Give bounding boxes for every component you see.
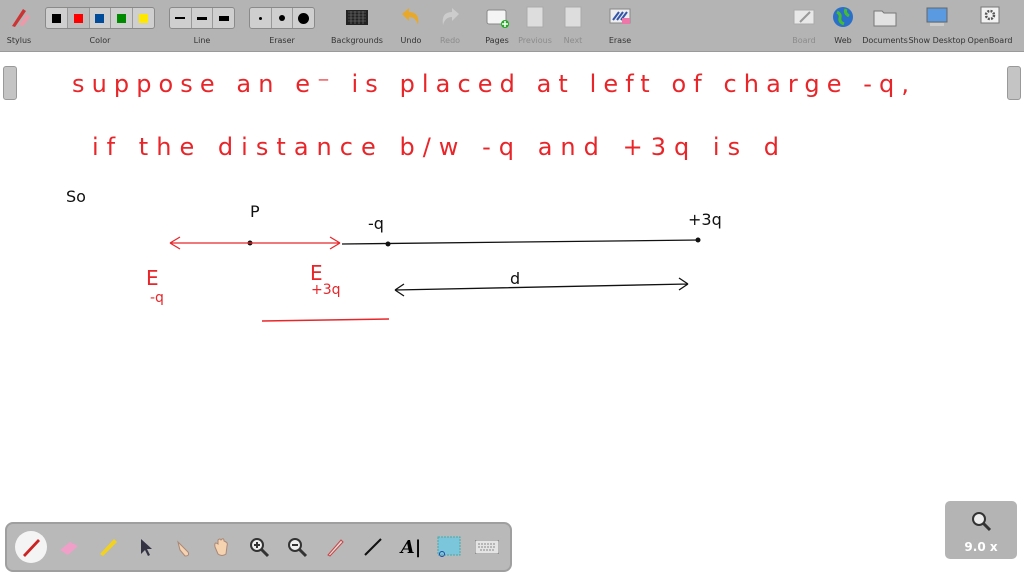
zoom-in-tool[interactable] [243, 531, 275, 563]
selector-tool[interactable] [129, 531, 161, 563]
previous-button[interactable]: Previous [517, 0, 553, 52]
line-icon [364, 538, 382, 556]
next-button[interactable]: Next [558, 0, 588, 52]
web-button[interactable]: Web [828, 0, 858, 52]
line-label: Line [193, 36, 211, 45]
redo-button[interactable]: Redo [435, 0, 465, 52]
line-tool[interactable] [357, 531, 389, 563]
highlighter-icon [100, 539, 117, 556]
show-desktop-button[interactable]: Show Desktop [908, 0, 966, 52]
play-tool[interactable] [167, 531, 199, 563]
undo-button[interactable]: Undo [396, 0, 426, 52]
underline [261, 318, 390, 322]
left-panel-handle[interactable] [3, 66, 17, 100]
laser-pointer-tool[interactable] [319, 531, 351, 563]
openboard-menu-button[interactable]: OpenBoard [966, 0, 1014, 52]
pen-icon [23, 539, 40, 557]
monitor-icon [926, 7, 948, 26]
pointer-arrow-icon [141, 539, 152, 556]
ink-line-1: suppose an e⁻ is placed at left of charg… [72, 70, 912, 98]
zoom-out-tool[interactable] [281, 531, 313, 563]
marker-tool[interactable] [91, 531, 123, 563]
color-label: Color [89, 36, 111, 45]
stylus-palette: A| [5, 522, 512, 572]
label-plus-3q: +3q [688, 210, 722, 229]
axis-line [341, 239, 701, 245]
text-icon: A| [400, 536, 422, 558]
virtual-keyboard-tool[interactable] [471, 531, 503, 563]
screen-capture-icon [437, 536, 461, 557]
pointing-hand-icon [177, 540, 190, 557]
undo-icon [402, 8, 419, 25]
zoom-level: 9.0 x [964, 540, 998, 554]
text-tool[interactable]: A| [395, 531, 427, 563]
field-arrows [169, 236, 341, 250]
eraser-tool[interactable] [53, 531, 85, 563]
board-button[interactable]: Board [789, 0, 819, 52]
erase-board-icon [609, 8, 631, 24]
ink-layer: suppose an e⁻ is placed at left of charg… [66, 70, 912, 322]
label-e-minus-q: E [146, 266, 159, 290]
eraser-icon [60, 542, 78, 555]
label-e-minus-q-sub: -q [150, 290, 164, 306]
right-panel-handle[interactable] [1007, 66, 1021, 100]
backgrounds-icon [346, 10, 368, 25]
label-e-plus-3q-sub: +3q [311, 282, 341, 298]
folder-icon [873, 10, 897, 27]
distance-arrow [394, 277, 689, 297]
erase-button[interactable]: Erase [605, 0, 635, 52]
capture-tool[interactable] [433, 531, 465, 563]
stylus-icon [12, 9, 30, 27]
documents-button[interactable]: Documents [862, 0, 908, 52]
ink-line-2: if the distance b/w -q and +3q is d [92, 133, 782, 161]
backgrounds-button[interactable]: Backgrounds [330, 0, 384, 52]
keyboard-icon [475, 540, 499, 554]
magnifier-icon [972, 512, 992, 532]
next-page-icon [564, 6, 582, 28]
add-page-icon [486, 9, 509, 28]
stylus-button[interactable]: Stylus [2, 0, 36, 52]
pages-button[interactable]: Pages [482, 0, 512, 52]
hand-icon [214, 538, 228, 556]
ink-so: So [66, 187, 86, 206]
charge-plus-3q [695, 237, 701, 243]
redo-icon [442, 8, 459, 25]
globe-icon [833, 7, 853, 27]
whiteboard-canvas[interactable]: suppose an e⁻ is placed at left of charg… [0, 53, 1024, 576]
hand-tool[interactable] [205, 531, 237, 563]
board-icon [793, 9, 815, 25]
gear-icon [980, 6, 1000, 24]
eraser-label: Eraser [269, 36, 295, 45]
label-minus-q: -q [368, 214, 384, 233]
laser-pointer-icon [327, 539, 344, 557]
zoom-in-icon [250, 538, 270, 558]
pen-tool[interactable] [15, 531, 47, 563]
label-p: P [250, 202, 260, 221]
label-d: d [510, 269, 520, 288]
charge-minus-q [385, 241, 391, 247]
zoom-out-icon [288, 538, 308, 558]
previous-page-icon [526, 6, 544, 28]
top-toolbar: Stylus Color Line Eraser Backgrounds Und… [0, 0, 1024, 52]
zoom-indicator[interactable]: 9.0 x [945, 501, 1017, 559]
